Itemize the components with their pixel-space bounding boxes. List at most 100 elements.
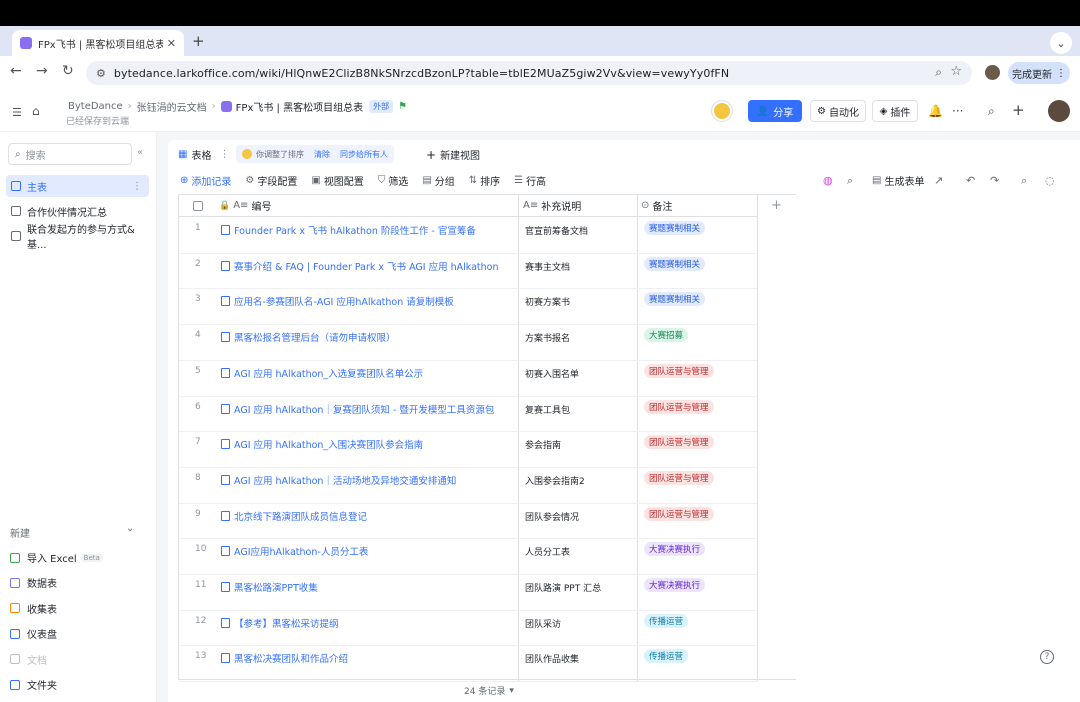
- new-item[interactable]: 仪表盘: [10, 626, 57, 641]
- doc-link[interactable]: 赛事介绍 & FAQ | Founder Park x 飞书 AGI 应用 hA…: [221, 259, 499, 273]
- sync-sort-button[interactable]: 同步给所有人: [340, 149, 388, 160]
- ai-icon[interactable]: ◍: [823, 174, 833, 187]
- new-tab-icon[interactable]: +: [192, 32, 205, 50]
- table-row[interactable]: 4 黑客松报名管理后台（请勿申请权限） 方案书报名 大赛招募: [179, 325, 757, 361]
- back-arrow-icon[interactable]: ←: [10, 63, 22, 79]
- remark-tag[interactable]: 传播运营: [644, 649, 689, 664]
- comment-icon[interactable]: ◌: [1045, 174, 1055, 187]
- add-record-button[interactable]: ⊕ 添加记录: [180, 173, 231, 188]
- note-cell[interactable]: 参会指南: [525, 438, 561, 451]
- pin-icon[interactable]: ⚑: [398, 101, 407, 112]
- collaborator-avatar[interactable]: [712, 101, 732, 121]
- profile-avatar[interactable]: [985, 65, 1000, 80]
- share-button[interactable]: 👤 分享: [748, 100, 802, 122]
- browser-tab[interactable]: FPx飞书 | 黑客松项目组总表 · ✕: [12, 30, 184, 56]
- note-cell[interactable]: 人员分工表: [525, 545, 570, 558]
- remark-tag[interactable]: 大赛招募: [644, 328, 689, 343]
- doc-link[interactable]: Founder Park x 飞书 hAlkathon 阶段性工作 - 官宣筹备: [221, 223, 476, 237]
- sidebar-item-cosponsors[interactable]: 联合发起方的参与方式&基...: [6, 225, 149, 251]
- zoom-icon[interactable]: ⌕: [935, 65, 942, 80]
- sidebar-search-input[interactable]: ⌕ 搜索: [8, 143, 132, 165]
- note-cell[interactable]: 团队采访: [525, 617, 561, 630]
- note-cell[interactable]: 团队参会情况: [525, 510, 579, 523]
- row-height-button[interactable]: ☰ 行高: [514, 173, 546, 188]
- more-vertical-icon[interactable]: ⋮: [132, 181, 142, 192]
- table-row[interactable]: 10 AGI应用hAlkathon-人员分工表 人员分工表 大赛决赛执行: [179, 539, 757, 575]
- doc-link[interactable]: 黑客松报名管理后台（请勿申请权限）: [221, 330, 396, 344]
- table-row[interactable]: 7 AGI 应用 hAlkathon_入围决赛团队参会指南 参会指南 团队运营与管理: [179, 432, 757, 468]
- sidebar-item-main-table[interactable]: 主表 ⋮: [6, 175, 149, 197]
- more-horizontal-icon[interactable]: ···: [952, 104, 963, 118]
- doc-link[interactable]: AGI 应用 hAlkathon_入选复赛团队名单公示: [221, 366, 423, 380]
- reload-icon[interactable]: ↻: [62, 63, 74, 79]
- tab-search-chevron-icon[interactable]: ⌄: [1050, 32, 1072, 54]
- doc-link[interactable]: 黑客松路演PPT收集: [221, 580, 318, 594]
- add-column-icon[interactable]: +: [771, 198, 782, 213]
- chevron-down-icon[interactable]: ⌄: [126, 523, 134, 534]
- record-count[interactable]: 24 条记录 ▾: [464, 684, 514, 698]
- remark-tag[interactable]: 团队运营与管理: [644, 435, 714, 450]
- remark-tag[interactable]: 赛题赛制相关: [644, 256, 706, 271]
- bookmark-star-icon[interactable]: ☆: [950, 64, 962, 79]
- doc-link[interactable]: AGI应用hAlkathon-人员分工表: [221, 544, 368, 558]
- table-row[interactable]: 8 AGI 应用 hAlkathon｜活动场地及异地交通安排通知 入围参会指南2 团队…: [179, 468, 757, 504]
- sidebar-item-partners[interactable]: 合作伙伴情况汇总: [6, 200, 149, 222]
- note-cell[interactable]: 初赛入围名单: [525, 367, 579, 380]
- table-row[interactable]: 3 应用名-参赛团队名-AGI 应用hAlkathon 请复制模板 初赛方案书 赛题赛…: [179, 289, 757, 325]
- new-item[interactable]: 文件夹: [10, 677, 57, 692]
- remark-tag[interactable]: 大赛决赛执行: [644, 578, 706, 592]
- sidebar-toggle-icon[interactable]: ☰: [12, 106, 22, 119]
- select-all-checkbox[interactable]: [193, 195, 207, 217]
- table-row[interactable]: 1 Founder Park x 飞书 hAlkathon 阶段性工作 - 官宣筹…: [179, 218, 757, 254]
- column-header-note[interactable]: A≡ 补充说明: [523, 195, 633, 217]
- forward-arrow-icon[interactable]: →: [36, 63, 48, 79]
- table-row[interactable]: 6 AGI 应用 hAlkathon｜复赛团队须知 - 暨开发模型工具资源包 复赛工…: [179, 397, 757, 433]
- remark-tag[interactable]: 赛题赛制相关: [644, 221, 706, 235]
- note-cell[interactable]: 赛事主文档: [525, 260, 570, 273]
- remark-tag[interactable]: 团队运营与管理: [644, 506, 714, 521]
- remark-tag[interactable]: 传播运营: [644, 613, 689, 628]
- doc-link[interactable]: 北京线下路演团队成员信息登记: [221, 509, 367, 523]
- breadcrumb-space[interactable]: 张钰涓的云文档: [137, 99, 207, 114]
- remark-tag[interactable]: 团队运营与管理: [644, 470, 714, 485]
- column-header-remark[interactable]: ⊙ 备注: [641, 195, 751, 217]
- share-arrow-icon[interactable]: ↗: [934, 174, 943, 187]
- plugin-button[interactable]: ◈ 插件: [872, 100, 918, 122]
- collapse-sidebar-icon[interactable]: «: [137, 147, 143, 158]
- add-icon[interactable]: +: [1012, 101, 1025, 119]
- more-vertical-icon[interactable]: ⋮: [219, 149, 229, 160]
- new-item[interactable]: 文档: [10, 652, 47, 667]
- search-records-icon[interactable]: ⌕: [1021, 174, 1027, 188]
- generate-form-button[interactable]: ▤ 生成表单: [872, 173, 924, 188]
- ai-search-icon[interactable]: ⌕: [847, 174, 853, 188]
- doc-link[interactable]: AGI 应用 hAlkathon_入围决赛团队参会指南: [221, 437, 423, 451]
- doc-link[interactable]: AGI 应用 hAlkathon｜活动场地及异地交通安排通知: [221, 473, 456, 487]
- home-icon[interactable]: ⌂: [32, 104, 40, 118]
- doc-link[interactable]: 【参考】黑客松采访提纲: [221, 616, 339, 630]
- search-icon[interactable]: ⌕: [988, 104, 995, 119]
- doc-link[interactable]: 黑客松决赛团队和作品介绍: [221, 651, 348, 665]
- note-cell[interactable]: 官宣前筹备文档: [525, 224, 588, 237]
- doc-link[interactable]: AGI 应用 hAlkathon｜复赛团队须知 - 暨开发模型工具资源包: [221, 402, 494, 416]
- bell-icon[interactable]: 🔔: [928, 104, 943, 118]
- view-config-button[interactable]: ▣ 视图配置: [311, 173, 363, 188]
- remark-tag[interactable]: 团队运营与管理: [644, 363, 714, 378]
- new-item[interactable]: 数据表: [10, 575, 57, 590]
- address-bar[interactable]: ⚙ bytedance.larkoffice.com/wiki/HlQnwE2C…: [86, 61, 972, 85]
- doc-link[interactable]: 应用名-参赛团队名-AGI 应用hAlkathon 请复制模板: [221, 294, 454, 308]
- table-row[interactable]: 11 黑客松路演PPT收集 团队路演 PPT 汇总 大赛决赛执行: [179, 575, 757, 611]
- table-row[interactable]: 5 AGI 应用 hAlkathon_入选复赛团队名单公示 初赛入围名单 团队运营与管…: [179, 361, 757, 397]
- user-avatar[interactable]: [1048, 100, 1070, 122]
- new-item[interactable]: 收集表: [10, 601, 57, 616]
- help-icon[interactable]: ?: [1040, 650, 1054, 664]
- table-row[interactable]: 12 【参考】黑客松采访提纲 团队采访 传播运营: [179, 611, 757, 647]
- new-view-button[interactable]: + 新建视图: [426, 147, 480, 163]
- remark-tag[interactable]: 赛题赛制相关: [644, 292, 706, 307]
- field-config-button[interactable]: ⚙ 字段配置: [245, 173, 297, 188]
- close-tab-icon[interactable]: ✕: [167, 37, 176, 50]
- note-cell[interactable]: 团队路演 PPT 汇总: [525, 581, 601, 594]
- redo-icon[interactable]: ↷: [990, 174, 999, 187]
- new-item[interactable]: 导入 Excel Beta: [10, 550, 103, 565]
- remark-tag[interactable]: 大赛决赛执行: [644, 542, 706, 557]
- table-row[interactable]: 2 赛事介绍 & FAQ | Founder Park x 飞书 AGI 应用 h…: [179, 254, 757, 290]
